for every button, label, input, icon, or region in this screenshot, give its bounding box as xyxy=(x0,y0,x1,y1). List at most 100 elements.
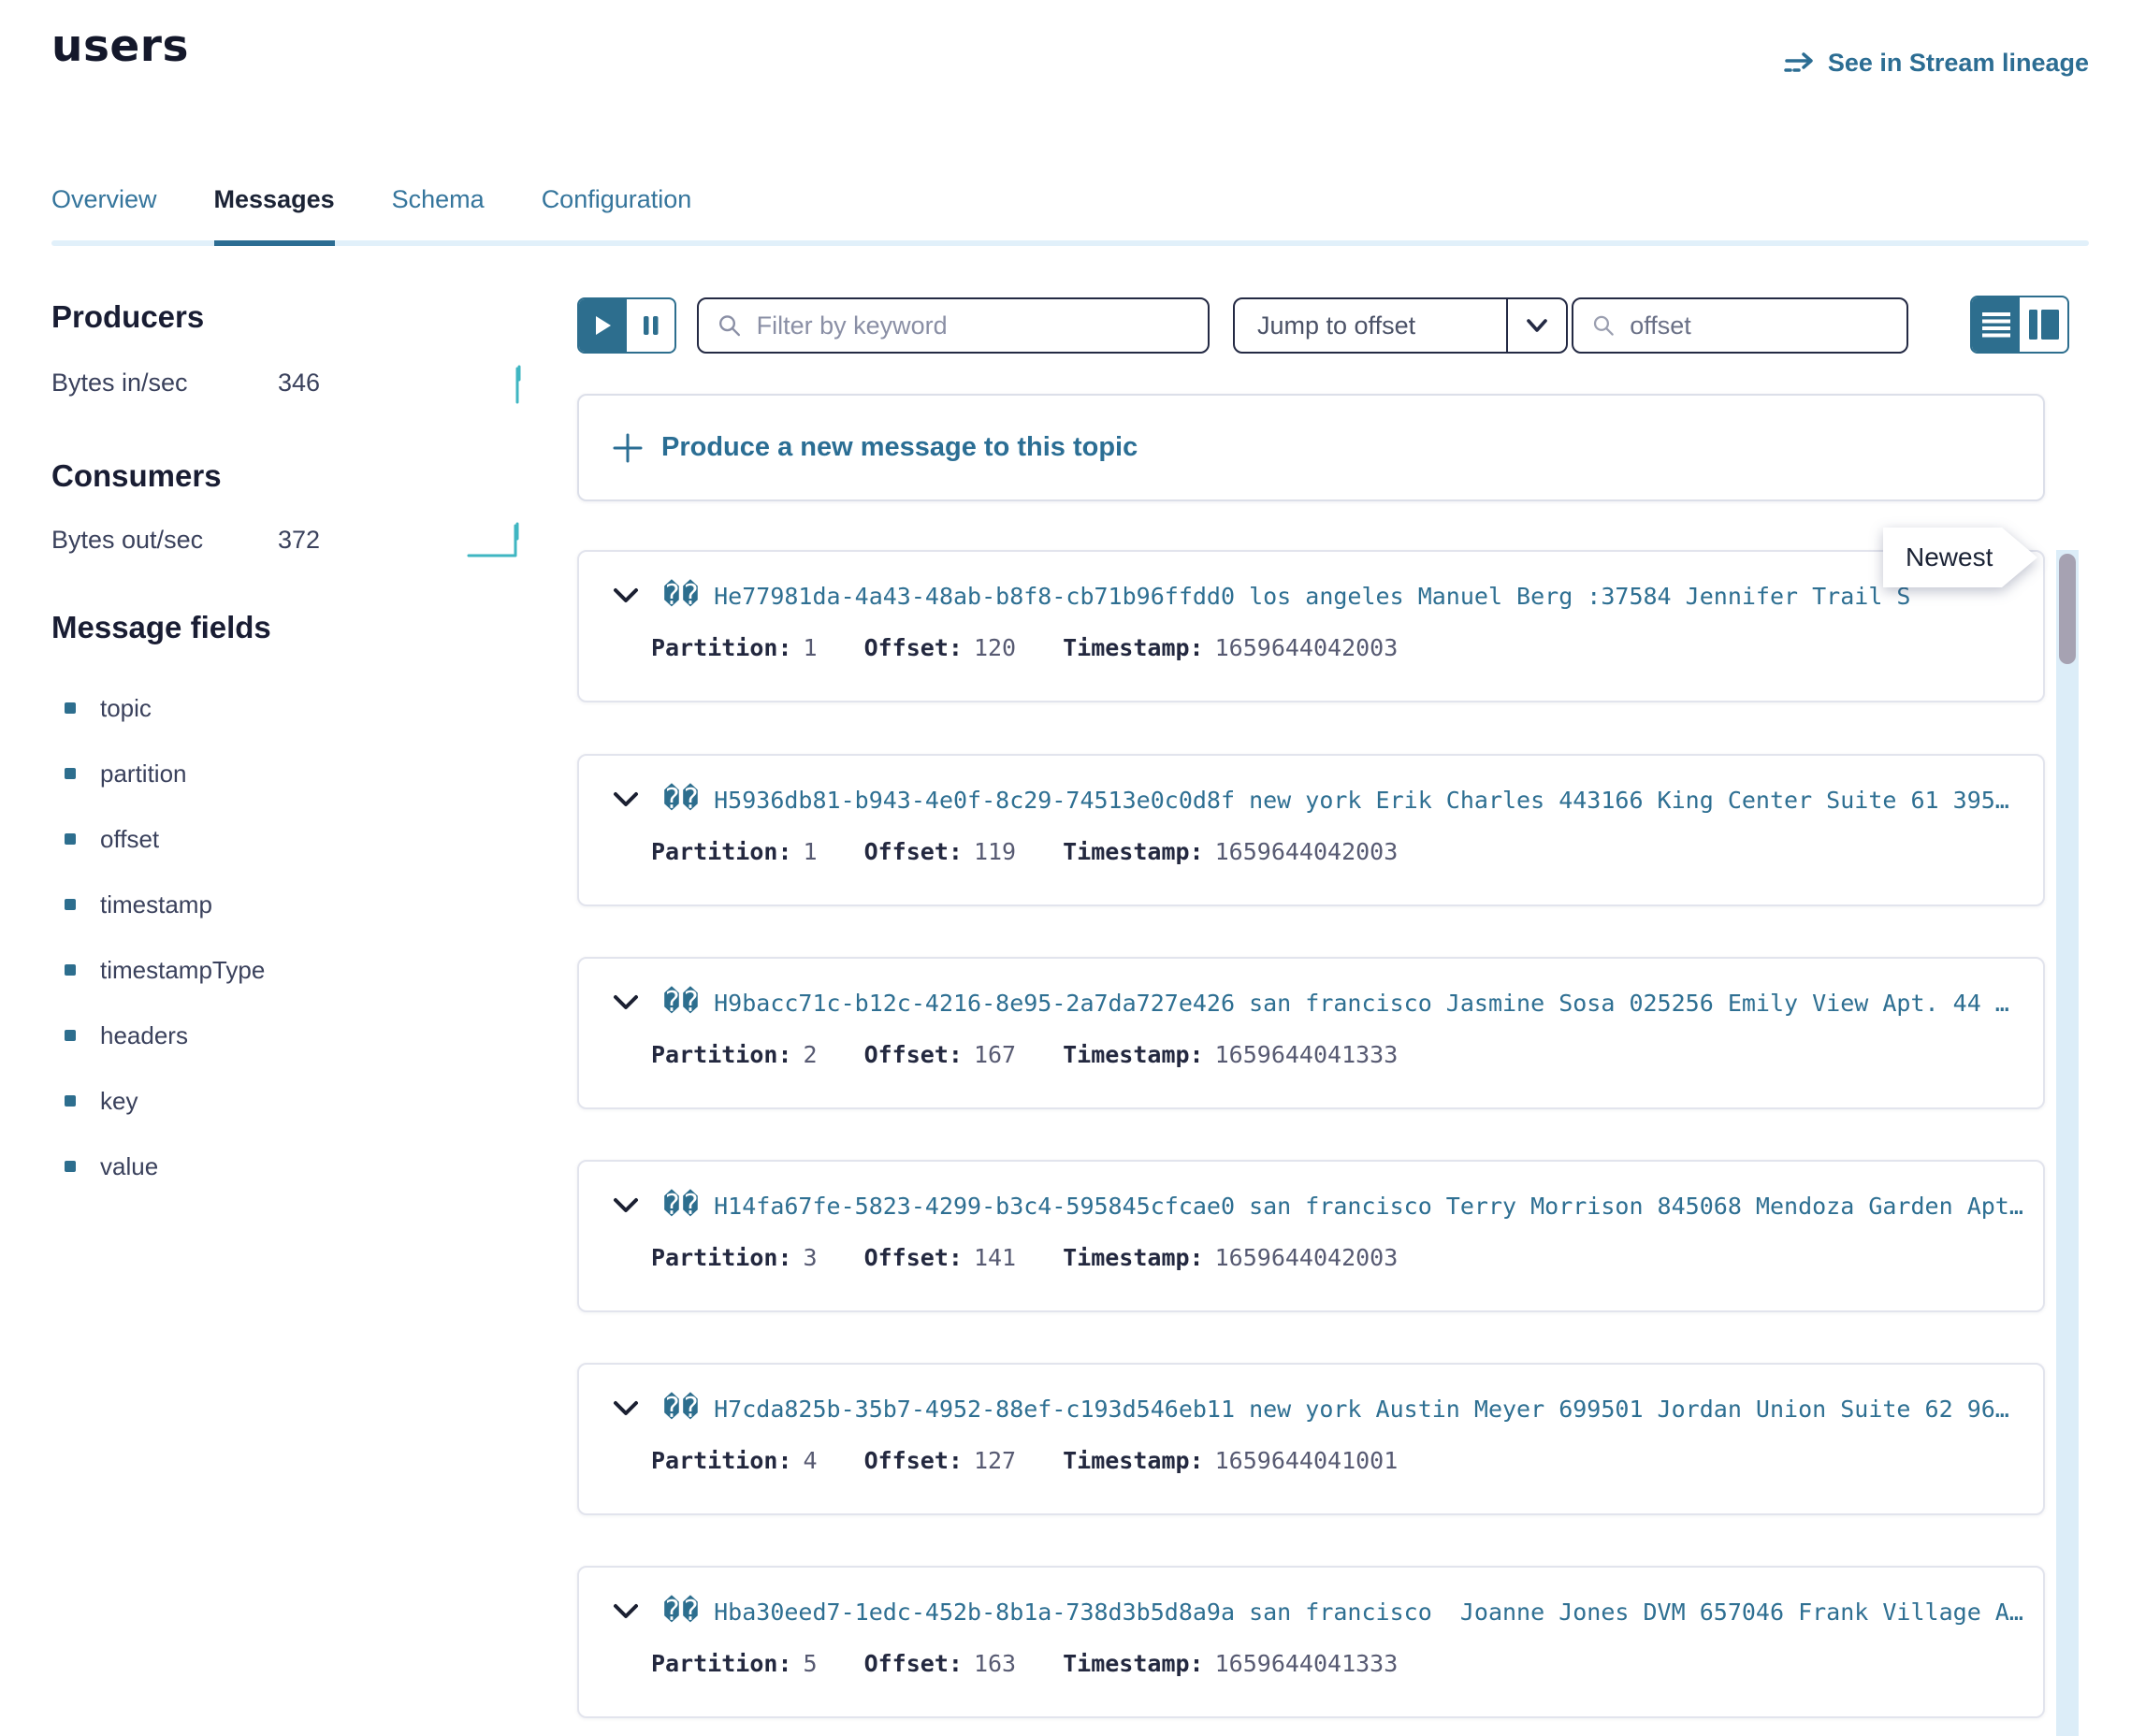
bullet-square-icon xyxy=(65,702,76,714)
topic-messages-page: users See in Stream lineage Overview Mes… xyxy=(0,0,2131,1736)
list-view-button[interactable] xyxy=(1972,297,2020,352)
field-item-value[interactable]: value xyxy=(51,1134,482,1199)
tab-messages[interactable]: Messages xyxy=(214,185,335,246)
message-summary: H9bacc71c-b12c-4216-8e95-2a7da727e426 sa… xyxy=(714,990,2009,1017)
bullet-square-icon xyxy=(65,833,76,845)
message-summary: Hba30eed7-1edc-452b-8b1a-738d3b5d8a9a sa… xyxy=(714,1599,2023,1626)
partition-value: 1 xyxy=(804,634,818,661)
message-summary: H14fa67fe-5823-4299-b3c4-595845cfcae0 sa… xyxy=(714,1193,2023,1220)
message-meta: Partition:1 Offset:119 Timestamp:1659644… xyxy=(651,838,1398,865)
bytes-out-value: 372 xyxy=(278,526,320,555)
message-row[interactable]: �� Hba30eed7-1edc-452b-8b1a-738d3b5d8a9a… xyxy=(577,1566,2045,1718)
message-row[interactable]: �� H7cda825b-35b7-4952-88ef-c193d546eb11… xyxy=(577,1363,2045,1515)
message-meta: Partition:4 Offset:127 Timestamp:1659644… xyxy=(651,1447,1398,1474)
stream-lineage-link[interactable]: See in Stream lineage xyxy=(1783,49,2089,78)
bullet-square-icon xyxy=(65,899,76,910)
partition-value: 2 xyxy=(804,1041,818,1068)
field-item-timestamp[interactable]: timestamp xyxy=(51,872,482,937)
produce-message-label: Produce a new message to this topic xyxy=(661,432,1138,463)
live-playpause-toggle xyxy=(577,297,676,354)
offset-value: 120 xyxy=(974,634,1016,661)
timestamp-value: 1659644042003 xyxy=(1215,634,1399,661)
partition-value: 1 xyxy=(804,838,818,865)
partition-value: 3 xyxy=(804,1244,818,1271)
message-meta: Partition:1 Offset:120 Timestamp:1659644… xyxy=(651,634,1398,661)
chevron-down-icon[interactable] xyxy=(613,994,639,1011)
producers-sparkline xyxy=(471,361,524,404)
stream-lineage-label: See in Stream lineage xyxy=(1828,49,2089,78)
messages-scrollbar-thumb[interactable] xyxy=(2059,554,2076,664)
message-meta: Partition:3 Offset:141 Timestamp:1659644… xyxy=(651,1244,1398,1271)
message-meta: Partition:2 Offset:167 Timestamp:1659644… xyxy=(651,1041,1398,1068)
producers-heading: Producers xyxy=(51,299,204,335)
tab-schema[interactable]: Schema xyxy=(392,185,485,246)
message-row[interactable]: �� H14fa67fe-5823-4299-b3c4-595845cfcae0… xyxy=(577,1160,2045,1312)
field-item-offset[interactable]: offset xyxy=(51,806,482,872)
chevron-down-icon[interactable] xyxy=(613,1400,639,1417)
bytes-in-value: 346 xyxy=(278,369,320,398)
field-item-topic[interactable]: topic xyxy=(51,675,482,741)
produce-message-button[interactable]: Produce a new message to this topic xyxy=(577,394,2045,501)
offset-search-input[interactable] xyxy=(1628,311,1888,341)
chevron-down-icon[interactable] xyxy=(613,1197,639,1214)
tab-underline-track xyxy=(51,240,2089,246)
bullet-square-icon xyxy=(65,1161,76,1172)
offset-value: 167 xyxy=(974,1041,1016,1068)
keyword-filter-input[interactable] xyxy=(755,311,1189,341)
tab-bar: Overview Messages Schema Configuration xyxy=(51,185,2089,246)
message-summary: He77981da-4a43-48ab-b8f8-cb71b96ffdd0 lo… xyxy=(714,583,1910,610)
message-row[interactable]: �� He77981da-4a43-48ab-b8f8-cb71b96ffdd0… xyxy=(577,550,2045,702)
consumers-sparkline xyxy=(466,518,524,561)
timestamp-value: 1659644041001 xyxy=(1215,1447,1399,1474)
bullet-square-icon xyxy=(65,1030,76,1041)
offset-value: 141 xyxy=(974,1244,1016,1271)
offset-search-field xyxy=(1572,297,1908,354)
consumers-heading: Consumers xyxy=(51,458,222,494)
page-title: users xyxy=(51,21,189,72)
search-icon xyxy=(718,312,742,339)
play-button[interactable] xyxy=(579,299,627,352)
newest-tooltip-label: Newest xyxy=(1883,528,2002,587)
message-key-bytes: �� xyxy=(663,786,701,814)
tab-overview[interactable]: Overview xyxy=(51,185,157,246)
partition-value: 4 xyxy=(804,1447,818,1474)
timestamp-value: 1659644042003 xyxy=(1215,838,1399,865)
message-fields-list: topic partition offset timestamp timesta… xyxy=(51,675,482,1199)
timestamp-value: 1659644042003 xyxy=(1215,1244,1399,1271)
bullet-square-icon xyxy=(65,964,76,976)
field-item-partition[interactable]: partition xyxy=(51,741,482,806)
message-summary: H7cda825b-35b7-4952-88ef-c193d546eb11 ne… xyxy=(714,1396,2009,1423)
chevron-down-icon[interactable] xyxy=(613,587,639,604)
bytes-in-label: Bytes in/sec xyxy=(51,369,278,398)
search-icon xyxy=(1592,312,1615,339)
play-icon xyxy=(595,315,612,336)
message-key-bytes: �� xyxy=(663,1395,701,1423)
message-key-bytes: �� xyxy=(663,1192,701,1220)
tab-configuration[interactable]: Configuration xyxy=(542,185,692,246)
message-key-bytes: �� xyxy=(663,1598,701,1626)
dashed-arrow-icon xyxy=(1783,51,1817,77)
field-item-key[interactable]: key xyxy=(51,1068,482,1134)
keyword-filter-field xyxy=(697,297,1210,354)
split-view-button[interactable] xyxy=(2020,297,2067,352)
jump-to-offset-select[interactable]: Jump to offset xyxy=(1233,297,1568,354)
pause-button[interactable] xyxy=(627,299,674,352)
select-chevron-area[interactable] xyxy=(1506,299,1566,352)
message-summary: H5936db81-b943-4e0f-8c29-74513e0c0d8f ne… xyxy=(714,787,2009,814)
message-key-bytes: �� xyxy=(663,989,701,1017)
offset-value: 127 xyxy=(974,1447,1016,1474)
message-row[interactable]: �� H9bacc71c-b12c-4216-8e95-2a7da727e426… xyxy=(577,957,2045,1109)
chevron-down-icon xyxy=(1526,318,1548,333)
message-row[interactable]: �� H5936db81-b943-4e0f-8c29-74513e0c0d8f… xyxy=(577,754,2045,906)
producers-metric-row: Bytes in/sec 346 xyxy=(51,363,524,402)
field-item-timestampType[interactable]: timestampType xyxy=(51,937,482,1003)
message-fields-heading: Message fields xyxy=(51,610,271,645)
tooltip-arrow xyxy=(2002,528,2037,587)
field-item-headers[interactable]: headers xyxy=(51,1003,482,1068)
chevron-down-icon[interactable] xyxy=(613,1603,639,1620)
view-mode-toggle xyxy=(1970,296,2069,354)
split-view-icon xyxy=(2028,309,2060,340)
chevron-down-icon[interactable] xyxy=(613,791,639,808)
message-key-bytes: �� xyxy=(663,582,701,610)
offset-value: 119 xyxy=(974,838,1016,865)
